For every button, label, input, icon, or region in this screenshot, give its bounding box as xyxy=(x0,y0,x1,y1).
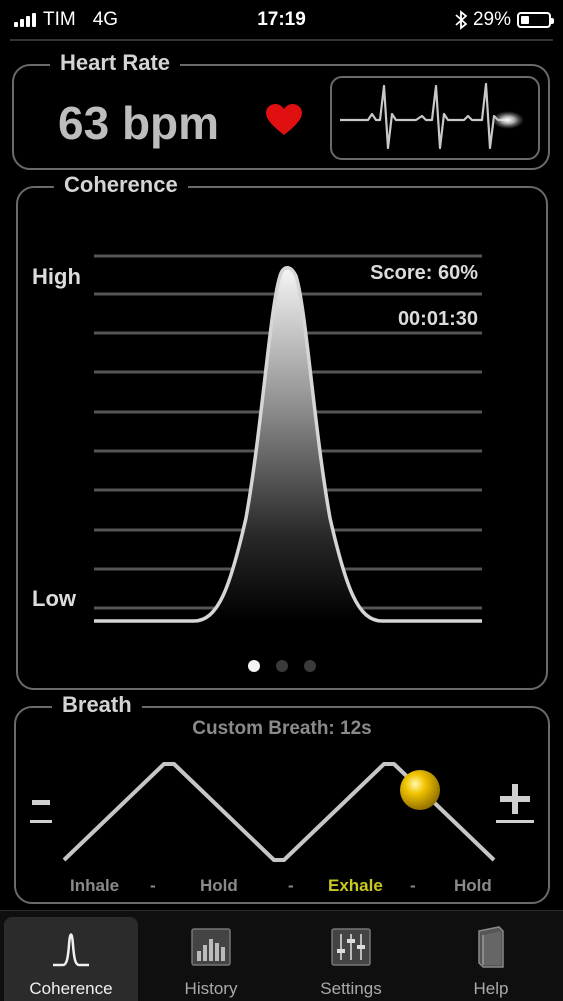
status-divider xyxy=(10,39,553,41)
phase-hold: Hold xyxy=(200,876,238,895)
ecg-monitor xyxy=(330,76,540,160)
breath-progress-ball xyxy=(400,770,440,810)
phase-exhale: Exhale xyxy=(328,876,383,895)
session-timer: 00:01:30 xyxy=(397,308,478,330)
status-right: 29% xyxy=(455,9,554,31)
phase-hold: Hold xyxy=(454,876,492,895)
phase-separator: - xyxy=(150,876,156,895)
tab-label: Help xyxy=(473,979,509,998)
tab-label: Settings xyxy=(320,979,382,998)
coherence-icon xyxy=(53,933,89,967)
status-bar: TIM 4G 17:19 29% xyxy=(0,0,563,40)
tab-coherence[interactable]: Coherence xyxy=(4,917,138,1001)
battery-percent: 29% xyxy=(472,9,511,30)
coherence-panel: Coherence High Low Score: 60% 00:01:30 xyxy=(16,172,548,690)
page-indicator[interactable] xyxy=(18,660,546,672)
bluetooth-icon xyxy=(455,10,467,30)
tab-bar: Coherence History Settings Help xyxy=(0,910,563,1001)
heart-icon xyxy=(266,104,302,135)
score-text: Score: 60% xyxy=(370,262,478,284)
history-icon xyxy=(191,928,231,966)
heart-rate-title: Heart Rate xyxy=(50,50,181,76)
tab-label: Coherence xyxy=(29,979,113,998)
tab-settings[interactable]: Settings xyxy=(284,917,418,1001)
page-dot[interactable] xyxy=(248,660,260,672)
phase-inhale: Inhale xyxy=(70,876,120,895)
page-dot[interactable] xyxy=(276,660,288,672)
heart-rate-panel: Heart Rate 63 bpm xyxy=(12,50,550,170)
coherence-chart xyxy=(94,254,482,623)
help-icon xyxy=(478,926,504,968)
battery-icon xyxy=(517,12,554,28)
page-dot[interactable] xyxy=(304,660,316,672)
tab-history[interactable]: History xyxy=(144,917,278,1001)
high-label: High xyxy=(32,264,81,289)
breath-panel: Breath Custom Breath: 12s Inhale - Hold … xyxy=(14,692,550,904)
ecg-waveform xyxy=(340,82,524,150)
tab-help[interactable]: Help xyxy=(424,917,558,1001)
phase-separator: - xyxy=(288,876,294,895)
phase-separator: - xyxy=(410,876,416,895)
heart-rate-value: 63 bpm xyxy=(58,97,220,149)
tab-label: History xyxy=(184,979,238,998)
settings-icon xyxy=(331,928,371,966)
low-label: Low xyxy=(32,586,76,611)
coherence-title: Coherence xyxy=(54,172,188,198)
